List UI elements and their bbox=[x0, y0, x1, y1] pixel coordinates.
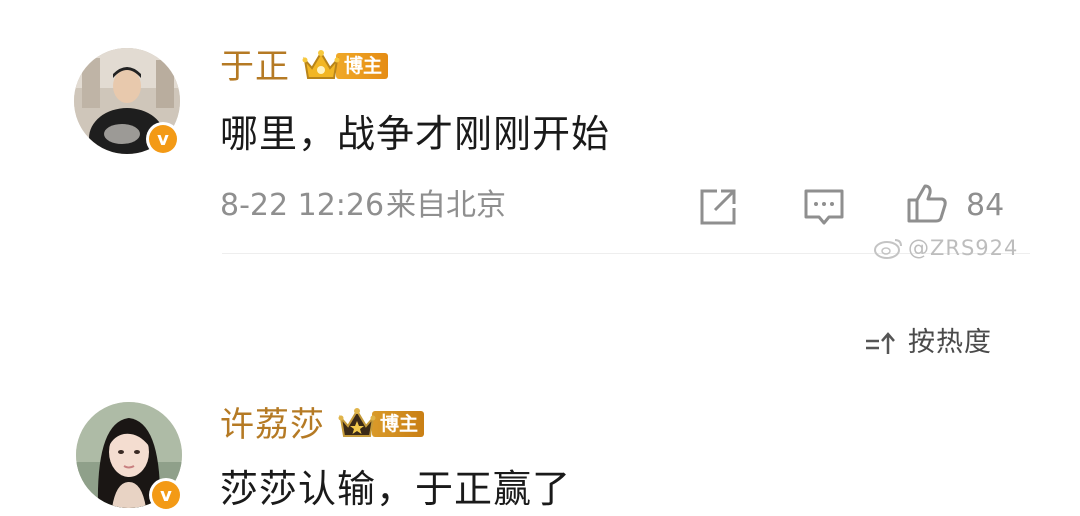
blogger-tag: 博主 bbox=[372, 411, 425, 437]
like-icon[interactable] bbox=[906, 182, 948, 224]
verified-icon: v bbox=[149, 478, 183, 512]
dark-crown-icon bbox=[338, 408, 376, 437]
comment-date: 8-22 12:26 bbox=[220, 188, 385, 223]
comment-icon[interactable] bbox=[803, 186, 845, 228]
share-icon[interactable] bbox=[697, 186, 739, 228]
blogger-badge: 博主 bbox=[338, 408, 425, 438]
comment-text: 莎莎认输，于正赢了 bbox=[220, 467, 572, 511]
verified-icon: v bbox=[146, 122, 180, 156]
blogger-badge: 博主 bbox=[302, 50, 389, 80]
sort-label[interactable]: 按热度 bbox=[908, 327, 992, 359]
blogger-tag: 博主 bbox=[336, 53, 389, 79]
watermark: @ZRS924 bbox=[908, 236, 1019, 260]
username[interactable]: 于正 bbox=[220, 47, 290, 87]
sort-icon[interactable] bbox=[864, 330, 898, 363]
like-count: 84 bbox=[966, 188, 1005, 223]
comment-location: 来自北京 bbox=[386, 188, 506, 223]
gold-crown-icon bbox=[302, 50, 340, 79]
comment-text: 哪里，战争才刚刚开始 bbox=[220, 112, 611, 156]
username[interactable]: 许荔莎 bbox=[220, 405, 325, 445]
weibo-logo-icon bbox=[874, 239, 902, 259]
